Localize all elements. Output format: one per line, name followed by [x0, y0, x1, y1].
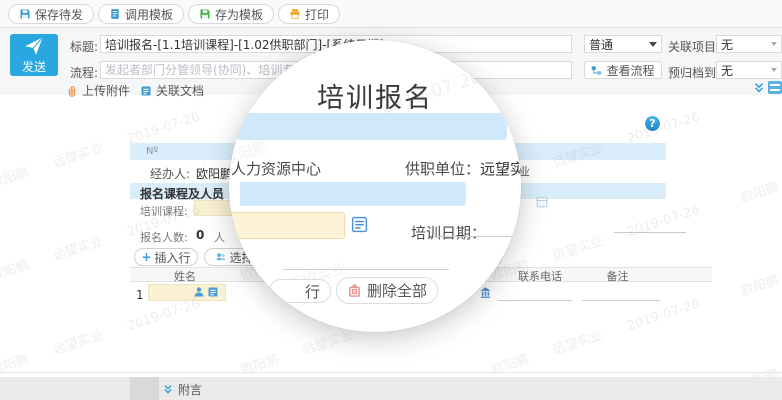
- multi-select-icon: [216, 252, 226, 262]
- print-button[interactable]: 打印: [278, 4, 340, 24]
- document-icon: [140, 85, 152, 97]
- link-document-label: 关联文档: [156, 82, 204, 99]
- footer-block: [130, 377, 159, 400]
- phone-cell-input[interactable]: [498, 286, 572, 301]
- magnified-row-button-label: 行: [305, 281, 320, 302]
- serial-label: Nº: [146, 146, 158, 157]
- magnified-unit-field: 供职单位：远望实: [405, 158, 521, 179]
- related-project-label: 关联项目:: [668, 38, 720, 55]
- column-phone: 联系电话: [505, 268, 575, 284]
- magnified-divider: [283, 269, 449, 270]
- top-toolbar: 保存待发 调用模板 存为模板 打印: [0, 0, 782, 28]
- chevron-down-icon: [771, 42, 777, 46]
- priority-value: 普通: [589, 36, 613, 53]
- magnified-date-label: 培训日期：: [411, 222, 486, 243]
- chevrons-down-icon: [163, 384, 173, 395]
- paperclip-icon: [66, 85, 78, 97]
- magnified-selector-icon[interactable]: [351, 216, 368, 233]
- flow-icon: [591, 65, 602, 76]
- help-icon[interactable]: ?: [645, 116, 660, 131]
- chevron-down-icon: [771, 68, 777, 72]
- link-document-link[interactable]: 关联文档: [140, 82, 204, 99]
- prearchive-label: 预归档到:: [668, 64, 720, 81]
- footer-divider: [0, 372, 782, 373]
- count-label: 报名人数:: [140, 229, 188, 245]
- print-label: 打印: [305, 6, 329, 23]
- count-value: 0: [196, 228, 204, 242]
- calendar-icon[interactable]: [536, 196, 548, 208]
- flow-label: 流程:: [70, 64, 98, 81]
- postscript-label: 附言: [178, 381, 202, 398]
- trash-icon: [347, 283, 362, 298]
- prearchive-value: 无: [721, 62, 733, 79]
- row-index: 1: [136, 288, 144, 302]
- title-label: 标题:: [70, 38, 98, 55]
- date-input[interactable]: [614, 218, 686, 233]
- print-icon: [289, 8, 301, 20]
- related-project-select[interactable]: 无: [716, 35, 782, 53]
- plus-icon: +: [141, 250, 151, 264]
- magnified-serial-bar: [237, 113, 507, 140]
- magnified-delete-all-button[interactable]: 删除全部: [336, 277, 438, 304]
- postscript-toggle[interactable]: 附言: [163, 381, 202, 398]
- column-name: 姓名: [150, 268, 220, 284]
- related-project-value: 无: [721, 36, 733, 53]
- magnified-date-input[interactable]: [434, 236, 512, 237]
- upload-attachment-label: 上传附件: [82, 82, 130, 99]
- view-flow-button[interactable]: 查看流程: [584, 61, 662, 79]
- paper-plane-icon: [24, 36, 44, 56]
- save-as-template-label: 存为模板: [215, 6, 263, 23]
- operator-value: 欧阳鹏: [196, 165, 232, 182]
- form-title: 培训报名: [229, 76, 521, 115]
- send-button[interactable]: 发送: [10, 34, 58, 76]
- training-registration-page: 保存待发 调用模板 存为模板 打印 发送 标题: 普通 关联项目: 无: [0, 0, 782, 400]
- expand-chevrons-icon[interactable]: [753, 82, 765, 94]
- footer-bar: 附言: [0, 377, 782, 400]
- save-draft-label: 保存待发: [35, 6, 83, 23]
- column-remark: 备注: [595, 268, 640, 284]
- save-icon: [19, 8, 31, 20]
- magnified-row-button-partial[interactable]: 行: [269, 279, 331, 303]
- bank-icon[interactable]: [479, 286, 492, 299]
- magnifier-overlay: 2019-07-26 欧阳鹏 远望实业 培训报名 人力资源中心 供职单位：远望实…: [229, 40, 521, 332]
- count-unit: 人: [214, 229, 225, 245]
- use-template-button[interactable]: 调用模板: [98, 4, 184, 24]
- use-template-label: 调用模板: [125, 6, 173, 23]
- upload-attachment-link[interactable]: 上传附件: [66, 82, 130, 99]
- magnified-dept-value: 人力资源中心: [231, 158, 321, 179]
- expand-panel-icon[interactable]: [768, 81, 782, 94]
- insert-row-button[interactable]: + 插入行: [134, 248, 198, 266]
- send-label: 发送: [22, 58, 46, 75]
- insert-row-label: 插入行: [155, 249, 191, 266]
- template-icon: [109, 8, 121, 20]
- save-as-template-button[interactable]: 存为模板: [188, 4, 274, 24]
- save-draft-button[interactable]: 保存待发: [8, 4, 94, 24]
- org-select-icon[interactable]: [207, 286, 219, 298]
- view-flow-label: 查看流程: [606, 62, 654, 79]
- course-label: 培训课程:: [140, 203, 188, 219]
- magnified-section-bar: [240, 182, 466, 206]
- prearchive-select[interactable]: 无: [716, 61, 782, 79]
- priority-select[interactable]: 普通: [584, 35, 662, 53]
- magnified-course-input[interactable]: [229, 212, 345, 239]
- save-template-icon: [199, 8, 211, 20]
- remark-cell-input[interactable]: [582, 286, 660, 301]
- chevron-down-icon: [649, 42, 657, 47]
- magnified-delete-all-label: 删除全部: [367, 280, 427, 301]
- operator-label: 经办人:: [150, 165, 190, 182]
- person-icon[interactable]: [193, 286, 205, 298]
